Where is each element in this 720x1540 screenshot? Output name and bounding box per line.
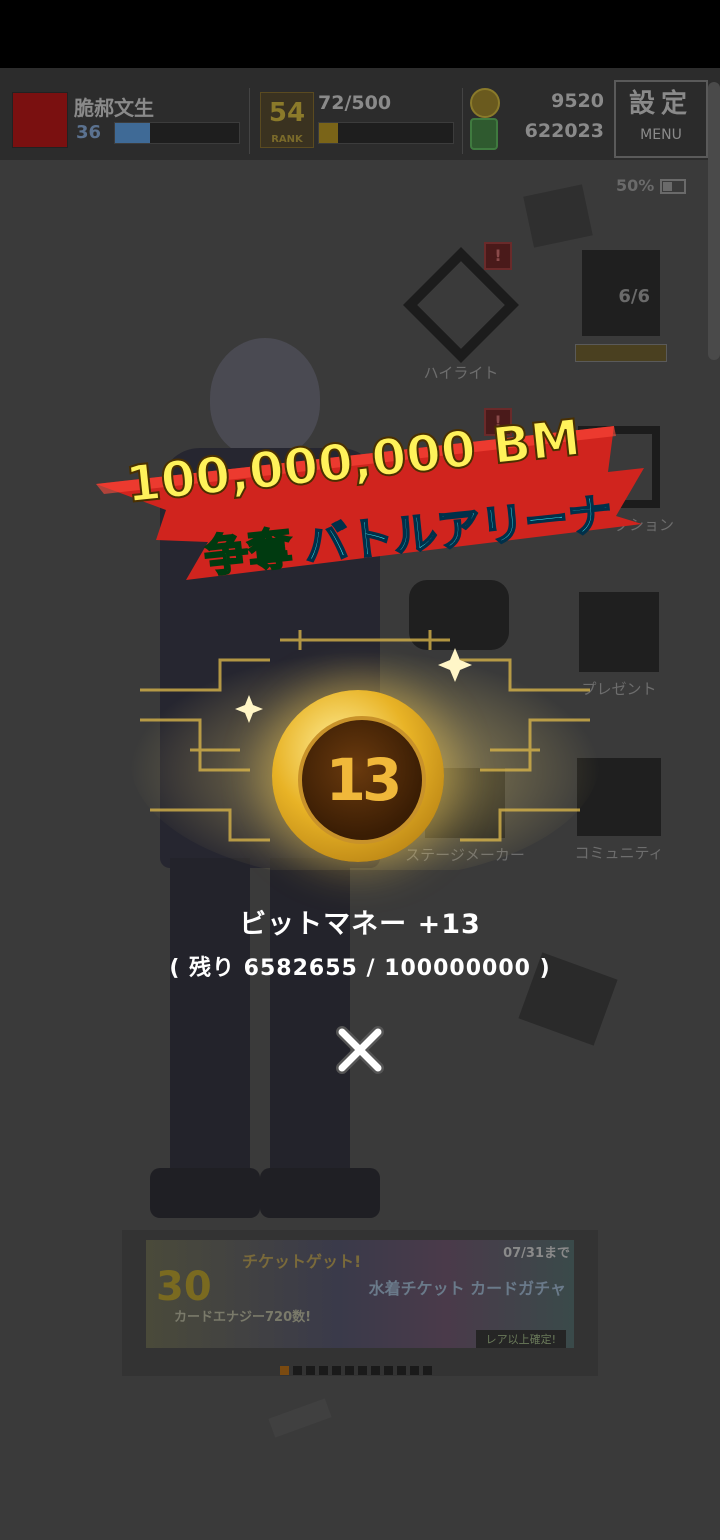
reward-text: ビットマネー +13 [239,909,481,940]
coin-value: 13 [325,746,403,814]
headline-dispute: 争奪 [202,523,296,583]
event-headline: 100,000,000 BM 争奪 バトルアリーナ [96,412,644,584]
close-button[interactable] [334,1024,386,1076]
reward-popup: 100,000,000 BM 争奪 バトルアリーナ 13 ビットマネー +13 [0,0,720,1540]
remaining-text: ( 残り 6582655 / 100000000 ) [169,956,551,981]
bit-money-coin-icon: 13 [272,690,444,862]
